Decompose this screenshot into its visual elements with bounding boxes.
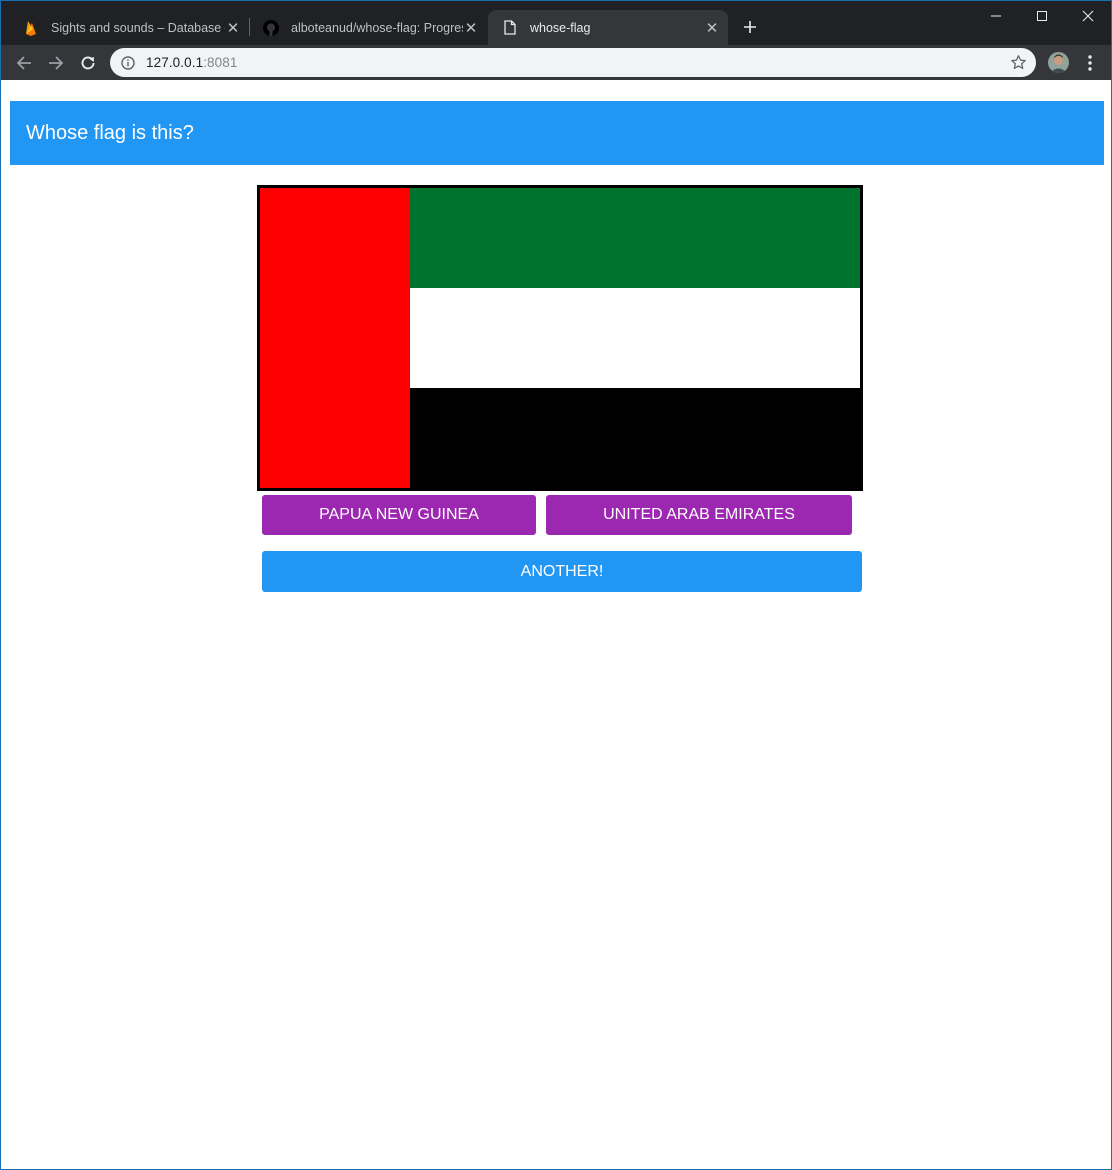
back-arrow-icon[interactable] (10, 49, 38, 77)
page-icon (502, 20, 518, 36)
browser-tab-strip: Sights and sounds – Database – Firebase … (1, 1, 1111, 45)
bookmark-star-icon[interactable] (1010, 54, 1027, 71)
app-header: Whose flag is this? (10, 101, 1104, 165)
forward-arrow-icon[interactable] (42, 49, 70, 77)
minimize-icon[interactable] (973, 1, 1019, 31)
tab-title: whose-flag (530, 20, 591, 35)
close-tab-icon[interactable]: ✕ (225, 20, 241, 37)
kebab-menu-icon[interactable] (1082, 53, 1098, 73)
url-port: :8081 (203, 55, 238, 70)
answer-button-united-arab-emirates[interactable]: United Arab Emirates (546, 495, 852, 535)
flag-stripe-bottom (410, 388, 860, 488)
reload-icon[interactable] (74, 49, 102, 77)
flag-stripe-middle (410, 288, 860, 388)
url-text: 127.0.0.1:8081 (146, 55, 238, 70)
answer-button-papua-new-guinea[interactable]: Papua New Guinea (262, 495, 536, 535)
browser-tab-firebase[interactable]: Sights and sounds – Database – Firebase … (9, 10, 249, 45)
flag-hoist-band (260, 188, 410, 488)
url-host: 127.0.0.1 (146, 55, 204, 70)
firebase-icon (23, 20, 39, 36)
browser-toolbar: 127.0.0.1:8081 (1, 45, 1111, 80)
browser-tab-github[interactable]: alboteanud/whose-flag: Progressive ✕ (249, 10, 487, 45)
tab-title: alboteanud/whose-flag: Progressive (291, 20, 463, 35)
profile-avatar[interactable] (1048, 52, 1069, 73)
close-tab-icon[interactable]: ✕ (463, 20, 479, 37)
another-button[interactable]: Another! (262, 551, 862, 592)
new-tab-plus-icon[interactable] (739, 16, 761, 38)
address-bar[interactable]: 127.0.0.1:8081 (110, 48, 1036, 77)
close-tab-icon[interactable]: ✕ (704, 20, 720, 37)
close-window-icon[interactable] (1065, 1, 1111, 31)
flag-stripe-top (410, 188, 860, 288)
flag-svg (260, 188, 860, 488)
github-icon (263, 19, 279, 36)
maximize-icon[interactable] (1019, 1, 1065, 31)
browser-tab-whose-flag[interactable]: whose-flag ✕ (488, 10, 728, 45)
tab-title: Sights and sounds – Database – Firebase (51, 20, 225, 35)
info-icon[interactable] (120, 55, 136, 71)
flag-image (257, 185, 863, 491)
page-title: Whose flag is this? (26, 121, 194, 144)
